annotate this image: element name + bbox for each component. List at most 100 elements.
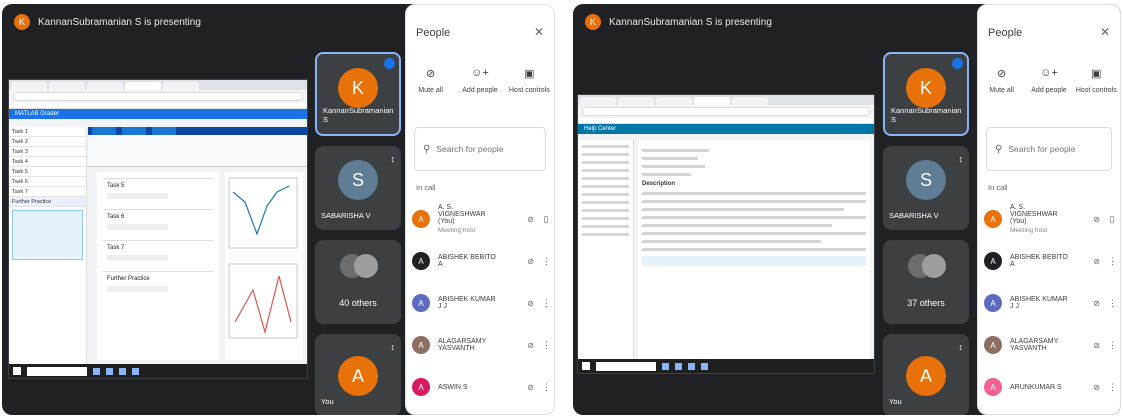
- taskbar-search[interactable]: [27, 366, 87, 376]
- participant-row[interactable]: A A. S. VIGNESHWAR (You) Meeting host ⊘ ▯: [984, 199, 1116, 239]
- live-editor[interactable]: Task 5 Task 6 Task 7 Further Practice: [97, 172, 219, 360]
- search-people-box[interactable]: ⚲: [414, 127, 546, 171]
- more-options-icon[interactable]: ⋮: [542, 382, 551, 393]
- host-controls-button[interactable]: ▣ Host controls: [506, 67, 552, 94]
- add-people-button[interactable]: ☺+ Add people: [1026, 67, 1072, 94]
- address-bar[interactable]: [582, 107, 870, 116]
- browser-tab[interactable]: [618, 97, 654, 105]
- participant-row[interactable]: A ABISHEK BEBITO A ⊘ ⋮: [412, 241, 551, 281]
- participant-row[interactable]: A ARUNKUMAR S ⊘ ⋮: [984, 367, 1117, 407]
- search-people-input[interactable]: [436, 144, 537, 154]
- ribbon-tab[interactable]: [152, 127, 176, 135]
- windows-start-icon[interactable]: [13, 367, 21, 375]
- nav-line[interactable]: [582, 177, 629, 180]
- browser-tab[interactable]: [125, 82, 161, 90]
- ribbon-tab[interactable]: [92, 127, 116, 135]
- nav-line[interactable]: [582, 225, 629, 228]
- presenter-tile[interactable]: K KannanSubramanian S: [315, 52, 401, 136]
- participant-row[interactable]: A ALAGARSAMY YASVANTH ⊘ ⋮: [412, 325, 551, 365]
- mic-off-icon[interactable]: ⊘: [527, 215, 534, 224]
- mic-off-icon[interactable]: ⊘: [1093, 299, 1100, 308]
- browser-tab[interactable]: [163, 82, 199, 90]
- address-bar[interactable]: [13, 92, 303, 101]
- more-options-icon[interactable]: ⋮: [1108, 256, 1117, 267]
- taskbar-app-icon[interactable]: [662, 362, 669, 370]
- others-tile[interactable]: 37 others: [883, 240, 969, 324]
- taskbar-app-icon[interactable]: [106, 367, 113, 375]
- mic-off-icon[interactable]: ⊘: [527, 257, 534, 266]
- taskbar-app-icon[interactable]: [701, 362, 708, 370]
- nav-line[interactable]: [582, 153, 629, 156]
- participant-row[interactable]: A A. S. VIGNESHWAR (You) Meeting host ⊘ ▯: [412, 199, 550, 239]
- task-item[interactable]: Task 1: [9, 127, 86, 137]
- browser-tab[interactable]: [732, 97, 768, 105]
- browser-tab[interactable]: [694, 97, 730, 105]
- task-item[interactable]: Task 6: [9, 177, 86, 187]
- nav-line[interactable]: [582, 217, 629, 220]
- mic-off-icon[interactable]: ⊘: [527, 299, 534, 308]
- mic-off-icon[interactable]: ⊘: [527, 341, 534, 350]
- taskbar-app-icon[interactable]: [675, 362, 682, 370]
- browser-tab[interactable]: [49, 82, 85, 90]
- more-options-icon[interactable]: ⋮: [542, 340, 551, 351]
- mic-off-icon[interactable]: ⊘: [1093, 257, 1100, 266]
- more-options-icon[interactable]: ⋮: [1108, 298, 1117, 309]
- host-controls-button[interactable]: ▣ Host controls: [1073, 67, 1119, 94]
- further-practice-item[interactable]: Further Practice: [9, 197, 86, 207]
- nav-line[interactable]: [582, 201, 629, 204]
- browser-tab[interactable]: [656, 97, 692, 105]
- more-options-icon[interactable]: ⋮: [1108, 340, 1117, 351]
- more-options-icon[interactable]: ⋮: [542, 298, 551, 309]
- browser-tab[interactable]: [87, 82, 123, 90]
- participant-tile[interactable]: ↕ S SABARISHA V: [883, 146, 969, 230]
- more-options-icon[interactable]: ⋮: [542, 256, 551, 267]
- windows-start-icon[interactable]: [582, 362, 590, 370]
- task-item[interactable]: Task 4: [9, 157, 86, 167]
- participant-row[interactable]: A ABISHEK KUMAR J J ⊘ ⋮: [984, 283, 1117, 323]
- participant-row[interactable]: A ABISHEK KUMAR J J ⊘ ⋮: [412, 283, 551, 323]
- pin-icon[interactable]: ▯: [1108, 214, 1116, 225]
- pin-icon[interactable]: ▯: [542, 214, 550, 225]
- self-tile[interactable]: ↕ A You: [883, 334, 969, 415]
- self-tile[interactable]: ↕ A You: [315, 334, 401, 415]
- participant-row[interactable]: A ALAGARSAMY YASVANTH ⊘ ⋮: [984, 325, 1117, 365]
- mic-off-icon[interactable]: ⊘: [527, 383, 534, 392]
- mic-off-icon[interactable]: ⊘: [1093, 383, 1100, 392]
- participant-row[interactable]: A ASWIN S ⊘ ⋮: [412, 367, 551, 407]
- participant-row[interactable]: A ABISHEK BEBITO A ⊘ ⋮: [984, 241, 1117, 281]
- presenter-badge: K: [585, 14, 601, 30]
- add-people-button[interactable]: ☺+ Add people: [457, 67, 503, 94]
- task-item[interactable]: Task 7: [9, 187, 86, 197]
- others-tile[interactable]: 40 others: [315, 240, 401, 324]
- search-people-box[interactable]: ⚲: [986, 127, 1112, 171]
- nav-line[interactable]: [582, 169, 629, 172]
- nav-line[interactable]: [582, 161, 629, 164]
- task-item[interactable]: Task 3: [9, 147, 86, 157]
- taskbar-app-icon[interactable]: [132, 367, 139, 375]
- presenter-tile[interactable]: K KannanSubramanian S: [883, 52, 969, 136]
- close-icon[interactable]: ✕: [1100, 25, 1110, 39]
- taskbar-app-icon[interactable]: [688, 362, 695, 370]
- browser-tab[interactable]: [11, 82, 47, 90]
- mic-off-icon[interactable]: ⊘: [1093, 341, 1100, 350]
- mic-off-icon[interactable]: ⊘: [1093, 215, 1100, 224]
- nav-line[interactable]: [582, 185, 629, 188]
- more-options-icon[interactable]: ⋮: [1108, 382, 1117, 393]
- code-line: [107, 286, 169, 292]
- nav-line[interactable]: [582, 209, 629, 212]
- taskbar-search[interactable]: [596, 361, 656, 371]
- nav-line[interactable]: [582, 145, 629, 148]
- taskbar-app-icon[interactable]: [93, 367, 100, 375]
- nav-line[interactable]: [582, 233, 629, 236]
- browser-tab[interactable]: [580, 97, 616, 105]
- task-item[interactable]: Task 2: [9, 137, 86, 147]
- taskbar-app-icon[interactable]: [119, 367, 126, 375]
- search-people-input[interactable]: [1008, 144, 1109, 154]
- ribbon-tab[interactable]: [122, 127, 146, 135]
- participant-tile[interactable]: ↕ S SABARISHA V: [315, 146, 401, 230]
- close-icon[interactable]: ✕: [534, 25, 544, 39]
- nav-line[interactable]: [582, 193, 629, 196]
- task-item[interactable]: Task 5: [9, 167, 86, 177]
- mute-all-button[interactable]: ⊘ Mute all: [979, 67, 1025, 94]
- mute-all-button[interactable]: ⊘ Mute all: [408, 67, 454, 94]
